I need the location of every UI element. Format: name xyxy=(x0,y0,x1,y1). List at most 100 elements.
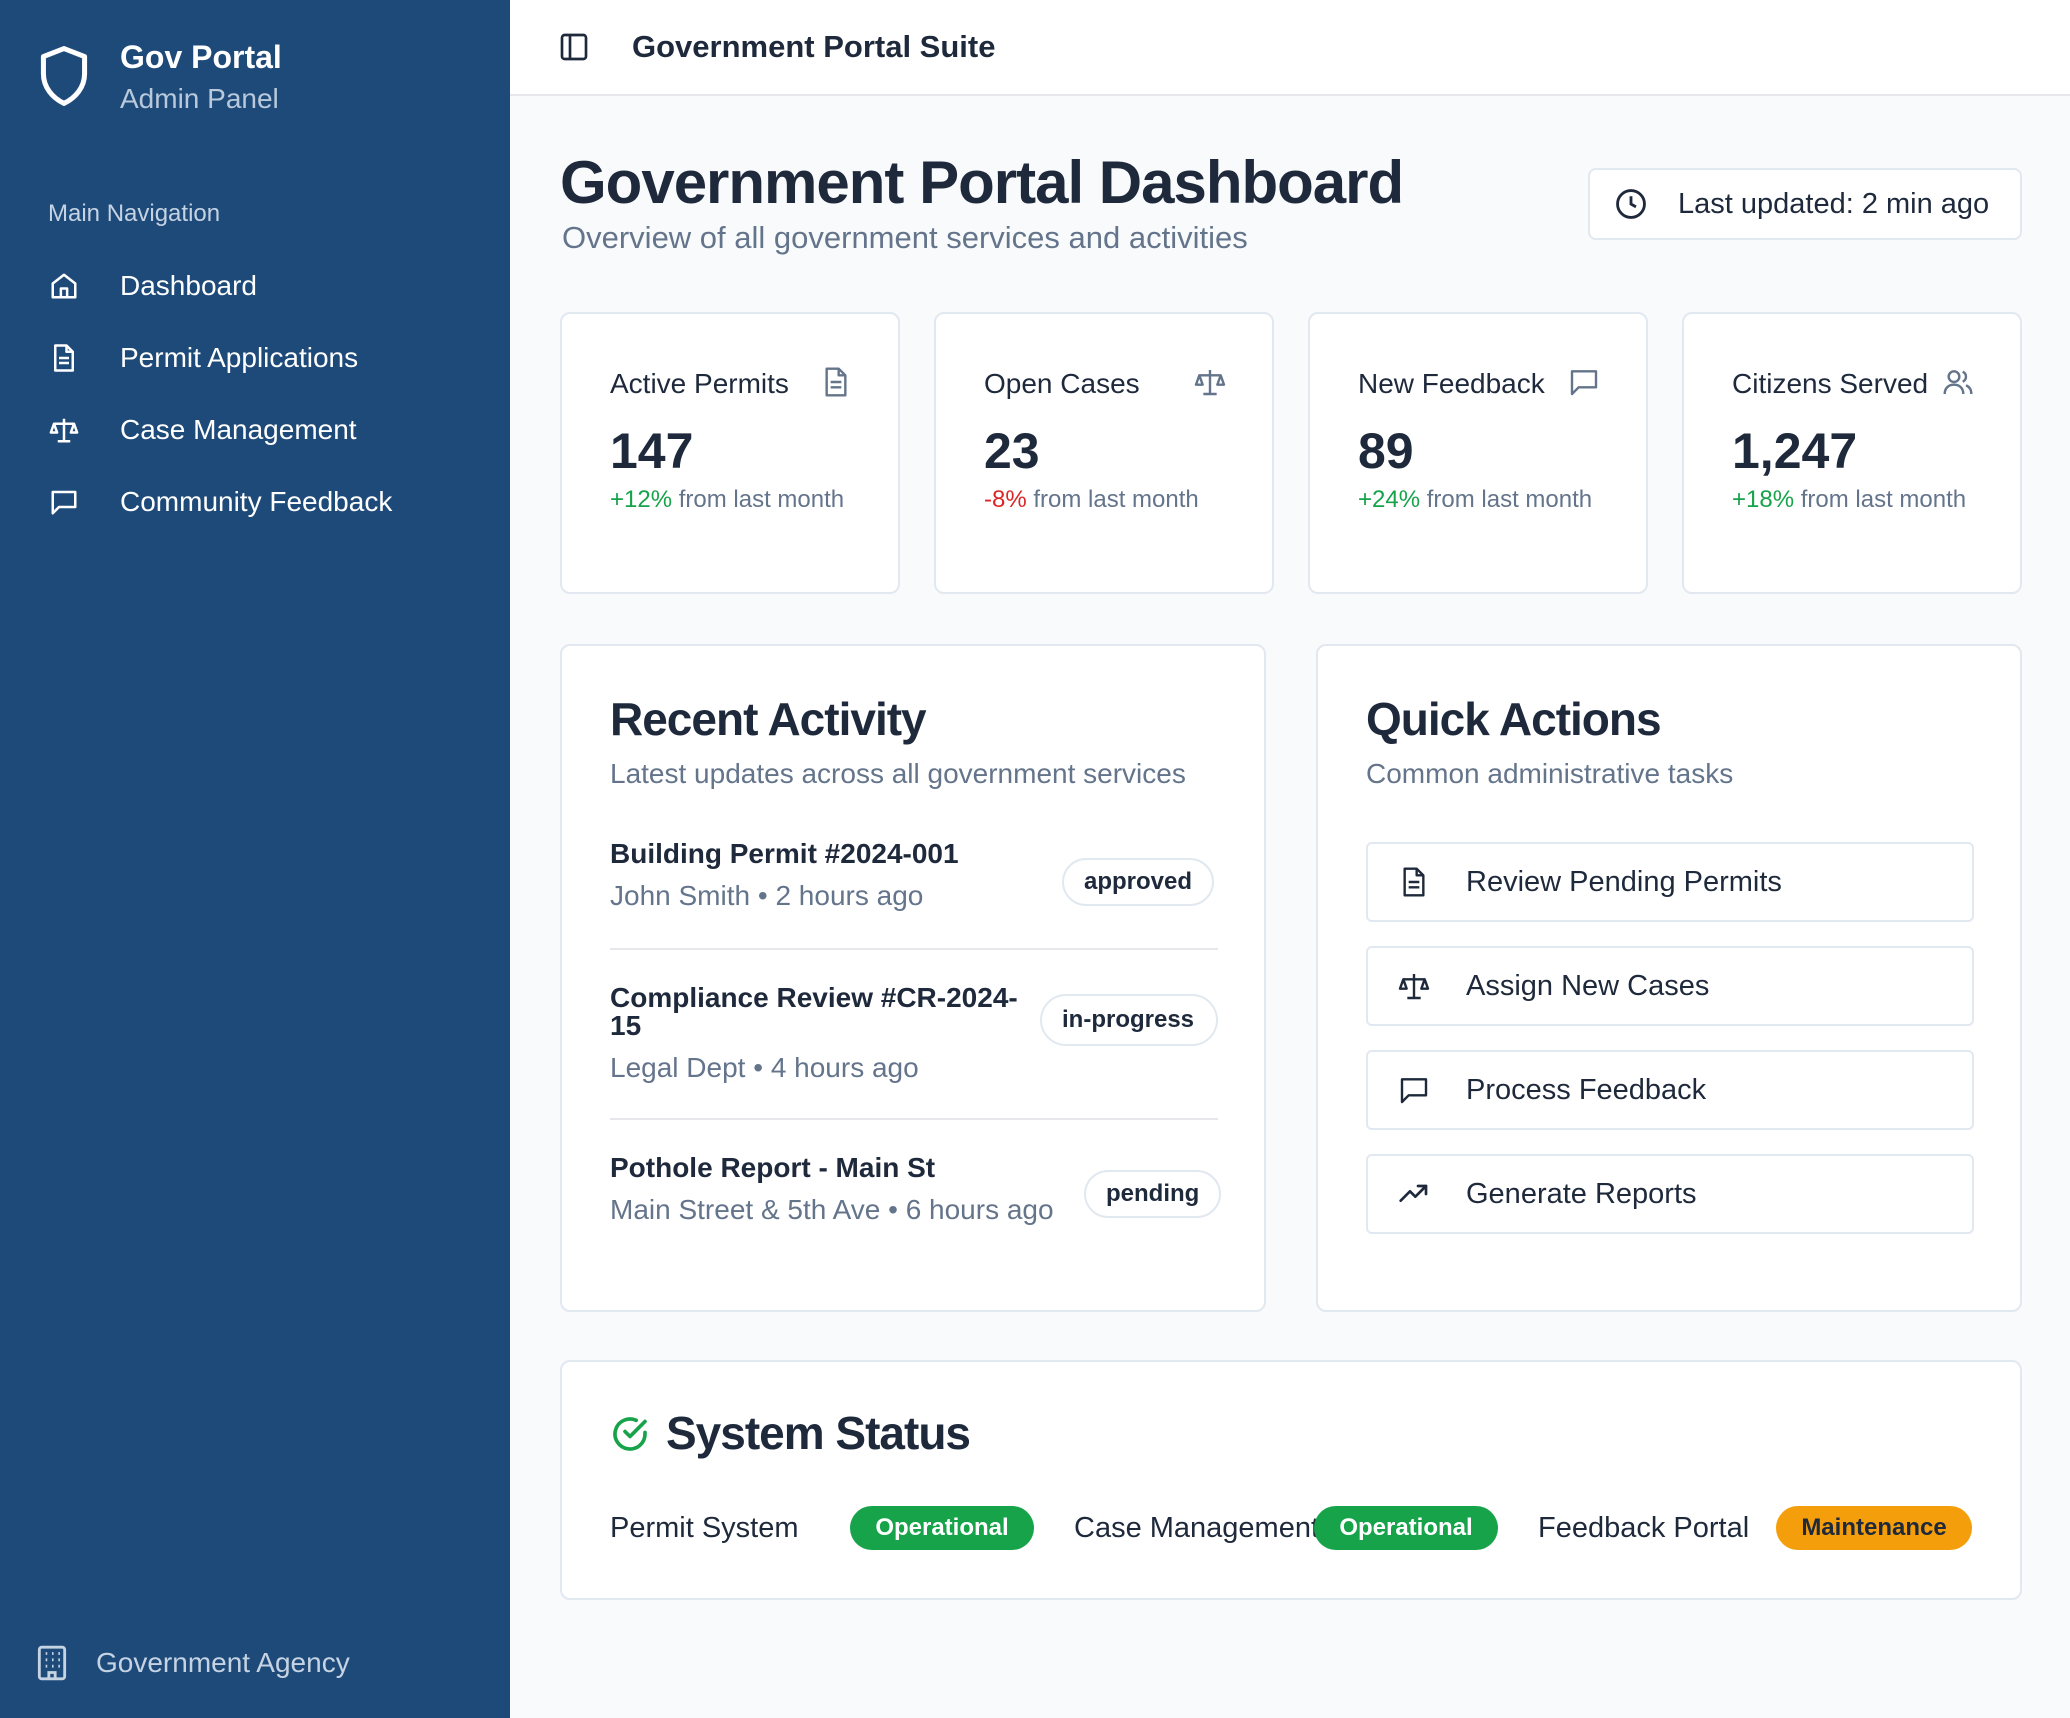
activity-time: 2 hours ago xyxy=(775,880,924,911)
status-badge: approved xyxy=(1062,858,1215,906)
stat-change-suffix: from last month xyxy=(672,486,845,513)
divider xyxy=(610,1118,1218,1120)
building-icon xyxy=(37,1645,67,1681)
quick-actions-panel: Quick Actions Common administrative task… xyxy=(1316,644,2022,1312)
brand[interactable]: Gov Portal Admin Panel xyxy=(36,36,282,120)
page-subtitle: Overview of all government services and … xyxy=(562,220,1248,255)
sidebar-item-case-management[interactable]: Case Management xyxy=(0,394,510,466)
sidebar-item-label: Permit Applications xyxy=(120,342,359,373)
stat-value: 23 xyxy=(984,423,1040,479)
stat-change: +24% from last month xyxy=(1358,484,1608,516)
stat-card-active-permits: Active Permits 147 +12% from last month xyxy=(560,312,900,594)
brand-title: Gov Portal xyxy=(120,39,282,75)
main-navigation: Dashboard Permit Applications Case Manag… xyxy=(0,250,510,538)
system-name: Feedback Portal xyxy=(1538,1512,1750,1544)
button-label: Assign New Cases xyxy=(1466,969,1710,1002)
stat-label: Active Permits xyxy=(610,368,789,399)
recent-activity-panel: Recent Activity Latest updates across al… xyxy=(560,644,1266,1312)
status-pill: Operational xyxy=(1314,1506,1498,1550)
assign-new-cases-button[interactable]: Assign New Cases xyxy=(1366,946,1974,1026)
agency-label: Government Agency xyxy=(96,1647,350,1678)
status-pill: Maintenance xyxy=(1776,1506,1972,1550)
generate-reports-button[interactable]: Generate Reports xyxy=(1366,1154,1974,1234)
activity-meta: Legal Dept • 4 hours ago xyxy=(610,1052,919,1083)
button-label: Process Feedback xyxy=(1466,1073,1707,1106)
system-name: Permit System xyxy=(610,1512,799,1544)
activity-time: 4 hours ago xyxy=(770,1052,919,1083)
message-square-icon xyxy=(1570,370,1598,396)
sidebar-item-label: Dashboard xyxy=(120,270,257,301)
last-updated-button[interactable]: Last updated: 2 min ago xyxy=(1588,168,2022,240)
stat-change: +18% from last month xyxy=(1732,484,1982,516)
check-circle-icon xyxy=(613,1417,647,1451)
stat-change-percent: +24% xyxy=(1358,486,1421,513)
panel-subtitle: Common administrative tasks xyxy=(1366,758,1734,789)
panel-title: Quick Actions xyxy=(1366,693,1662,745)
file-text-icon xyxy=(48,342,80,374)
panel-title: Recent Activity xyxy=(610,693,927,745)
stat-label: Citizens Served xyxy=(1732,368,1929,399)
file-text-icon xyxy=(825,367,847,397)
stat-value: 1,247 xyxy=(1732,423,1858,479)
scale-icon xyxy=(1398,974,1430,1000)
stat-value: 89 xyxy=(1358,423,1414,479)
stat-label: New Feedback xyxy=(1358,368,1545,399)
last-updated-text: Last updated: 2 min ago xyxy=(1678,187,1990,220)
shield-icon xyxy=(40,46,88,106)
status-badge: pending xyxy=(1084,1170,1222,1218)
stat-value: 147 xyxy=(610,423,694,479)
sidebar-item-label: Case Management xyxy=(120,414,357,445)
system-name: Case Management xyxy=(1074,1512,1320,1544)
message-square-icon xyxy=(48,486,80,518)
panel-subtitle: Latest updates across all government ser… xyxy=(610,758,1186,789)
top-bar: Government Portal Suite xyxy=(510,0,2070,96)
home-icon xyxy=(48,270,80,302)
status-badge: in-progress xyxy=(1040,994,1218,1046)
panel-title: System Status xyxy=(666,1407,971,1459)
activity-item[interactable]: Compliance Review #CR-2024-15 Legal Dept… xyxy=(610,984,1030,1084)
users-icon xyxy=(1943,370,1973,395)
stat-change-suffix: from last month xyxy=(1026,486,1199,513)
divider xyxy=(610,948,1218,950)
sidebar: Gov Portal Admin Panel Main Navigation D… xyxy=(0,0,510,1718)
brand-subtitle: Admin Panel xyxy=(120,83,279,114)
clock-icon xyxy=(1616,189,1646,219)
sidebar-item-community-feedback[interactable]: Community Feedback xyxy=(0,466,510,538)
stat-card-new-feedback: New Feedback 89 +24% from last month xyxy=(1308,312,1648,594)
stat-change: +12% from last month xyxy=(610,484,860,516)
sidebar-item-label: Community Feedback xyxy=(120,486,393,517)
activity-title: Compliance Review #CR-2024-15 xyxy=(610,982,1018,1041)
button-label: Generate Reports xyxy=(1466,1177,1697,1210)
system-status-panel: System Status Permit System Operational … xyxy=(560,1360,2022,1600)
sidebar-toggle-icon[interactable] xyxy=(558,31,590,63)
stat-card-citizens-served: Citizens Served 1,247 +18% from last mon… xyxy=(1682,312,2022,594)
activity-owner: Legal Dept xyxy=(610,1052,746,1083)
stat-change-suffix: from last month xyxy=(1794,486,1967,513)
activity-time: 6 hours ago xyxy=(905,1194,1054,1225)
sidebar-footer: Government Agency xyxy=(36,1644,350,1682)
stat-card-open-cases: Open Cases 23 -8% from last month xyxy=(934,312,1274,594)
status-pill: Operational xyxy=(850,1506,1034,1550)
file-text-icon xyxy=(1403,867,1425,897)
trending-up-icon xyxy=(1399,1184,1428,1202)
stat-change-percent: +18% xyxy=(1732,486,1795,513)
scale-icon xyxy=(1194,370,1226,396)
message-square-icon xyxy=(1400,1078,1428,1104)
page-title: Government Portal Dashboard xyxy=(560,149,1404,216)
main-content: Government Portal Dashboard Overview of … xyxy=(510,96,2070,1718)
sidebar-item-dashboard[interactable]: Dashboard xyxy=(0,250,510,322)
stat-change-suffix: from last month xyxy=(1420,486,1593,513)
process-feedback-button[interactable]: Process Feedback xyxy=(1366,1050,1974,1130)
nav-section-label: Main Navigation xyxy=(48,200,221,227)
button-label: Review Pending Permits xyxy=(1466,865,1782,898)
stat-label: Open Cases xyxy=(984,368,1140,399)
app-title: Government Portal Suite xyxy=(632,29,996,64)
stat-change-percent: -8% xyxy=(984,486,1027,513)
stat-change: -8% from last month xyxy=(984,484,1264,516)
stat-change-percent: +12% xyxy=(610,486,673,513)
activity-owner: Main Street & 5th Ave xyxy=(610,1194,881,1225)
activity-owner: John Smith xyxy=(610,880,751,911)
scale-icon xyxy=(48,414,80,446)
review-pending-permits-button[interactable]: Review Pending Permits xyxy=(1366,842,1974,922)
sidebar-item-permit-applications[interactable]: Permit Applications xyxy=(0,322,510,394)
